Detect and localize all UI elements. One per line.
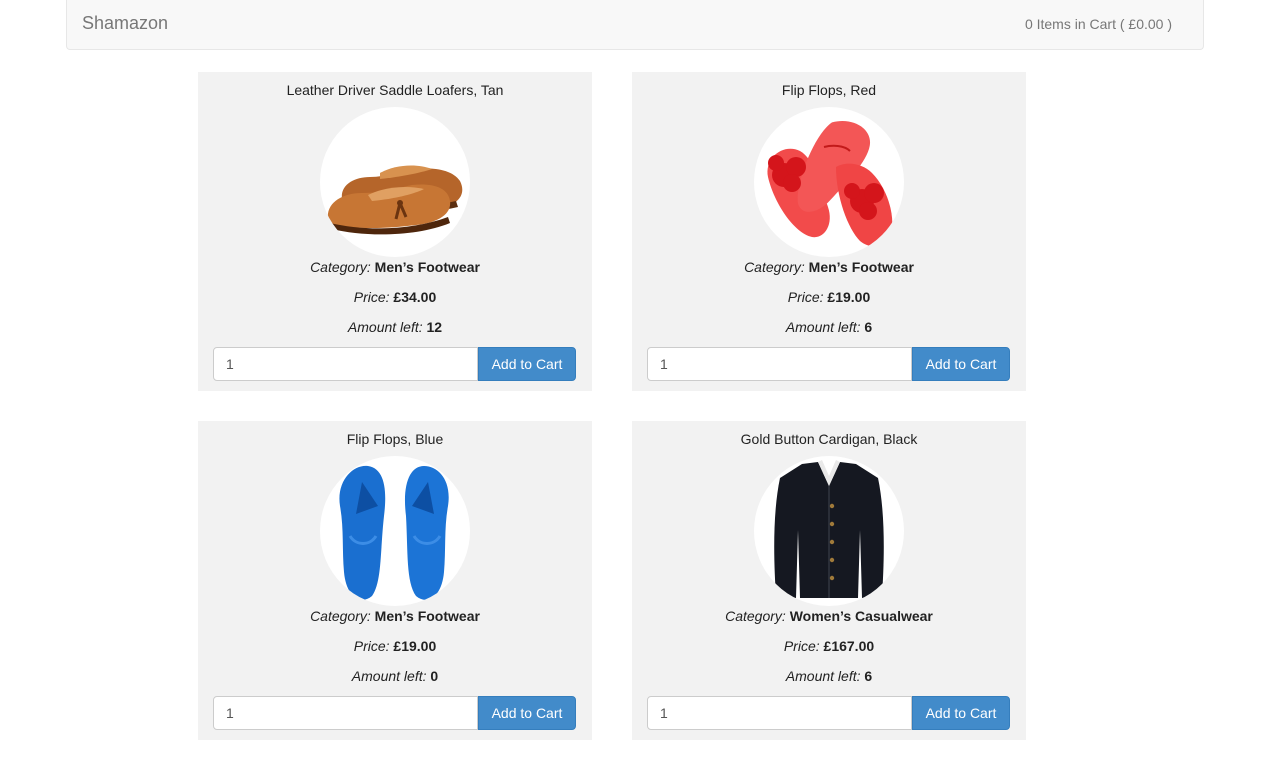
product-title: Flip Flops, Blue <box>346 431 444 447</box>
category-label: Category: <box>310 259 371 275</box>
product-title: Flip Flops, Red <box>781 82 877 98</box>
price-value: £167.00 <box>823 638 875 654</box>
amount-line: Amount left: 6 <box>632 668 1026 684</box>
black-cardigan-image <box>754 456 904 606</box>
category-label: Category: <box>744 259 805 275</box>
red-flip-flops-image <box>754 107 904 257</box>
category-line: Category: Men’s Footwear <box>198 259 592 275</box>
price-value: £34.00 <box>393 289 437 305</box>
category-line: Category: Men’s Footwear <box>632 259 1026 275</box>
quantity-input[interactable] <box>213 696 478 730</box>
amount-label: Amount left: <box>347 319 423 335</box>
price-line: Price: £34.00 <box>198 289 592 305</box>
add-to-cart-button[interactable]: Add to Cart <box>912 347 1010 381</box>
price-value: £19.00 <box>827 289 871 305</box>
product-card: Leather Driver Saddle Loafers, Tan Categ… <box>198 72 592 391</box>
amount-label: Amount left: <box>785 668 861 684</box>
product-card: Flip Flops, Blue Category: Men’s Footwea… <box>198 421 592 740</box>
cart-summary[interactable]: 0 Items in Cart ( £0.00 ) <box>1025 16 1172 32</box>
price-line: Price: £19.00 <box>632 289 1026 305</box>
product-card: Flip Flops, Red Category: Men’s Footwear… <box>632 72 1026 391</box>
quantity-input[interactable] <box>213 347 478 381</box>
product-title: Gold Button Cardigan, Black <box>740 431 918 447</box>
category-value: Men’s Footwear <box>374 608 480 624</box>
price-label: Price: <box>353 638 390 654</box>
price-label: Price: <box>353 289 390 305</box>
brand-link[interactable]: Shamazon <box>82 13 168 34</box>
add-to-cart-button[interactable]: Add to Cart <box>912 696 1010 730</box>
category-line: Category: Men’s Footwear <box>198 608 592 624</box>
add-to-cart-button[interactable]: Add to Cart <box>478 696 576 730</box>
category-value: Women’s Casualwear <box>789 608 933 624</box>
product-card: Gold Button Cardigan, Black Category: Wo… <box>632 421 1026 740</box>
amount-line: Amount left: 12 <box>198 319 592 335</box>
price-line: Price: £19.00 <box>198 638 592 654</box>
price-value: £19.00 <box>393 638 437 654</box>
add-to-cart-button[interactable]: Add to Cart <box>478 347 576 381</box>
navbar: Shamazon 0 Items in Cart ( £0.00 ) <box>66 0 1204 50</box>
category-label: Category: <box>725 608 786 624</box>
amount-line: Amount left: 6 <box>632 319 1026 335</box>
price-line: Price: £167.00 <box>632 638 1026 654</box>
category-value: Men’s Footwear <box>808 259 914 275</box>
loafer-shoes-image <box>320 107 470 257</box>
price-label: Price: <box>787 289 824 305</box>
amount-label: Amount left: <box>785 319 861 335</box>
amount-label: Amount left: <box>351 668 427 684</box>
amount-value: 12 <box>426 319 443 335</box>
category-value: Men’s Footwear <box>374 259 480 275</box>
blue-flip-flops-image <box>320 456 470 606</box>
amount-value: 6 <box>864 319 873 335</box>
product-title: Leather Driver Saddle Loafers, Tan <box>286 82 504 98</box>
quantity-input[interactable] <box>647 347 912 381</box>
amount-value: 0 <box>430 668 439 684</box>
amount-value: 6 <box>864 668 873 684</box>
category-line: Category: Women’s Casualwear <box>632 608 1026 624</box>
price-label: Price: <box>783 638 820 654</box>
category-label: Category: <box>310 608 371 624</box>
amount-line: Amount left: 0 <box>198 668 592 684</box>
quantity-input[interactable] <box>647 696 912 730</box>
